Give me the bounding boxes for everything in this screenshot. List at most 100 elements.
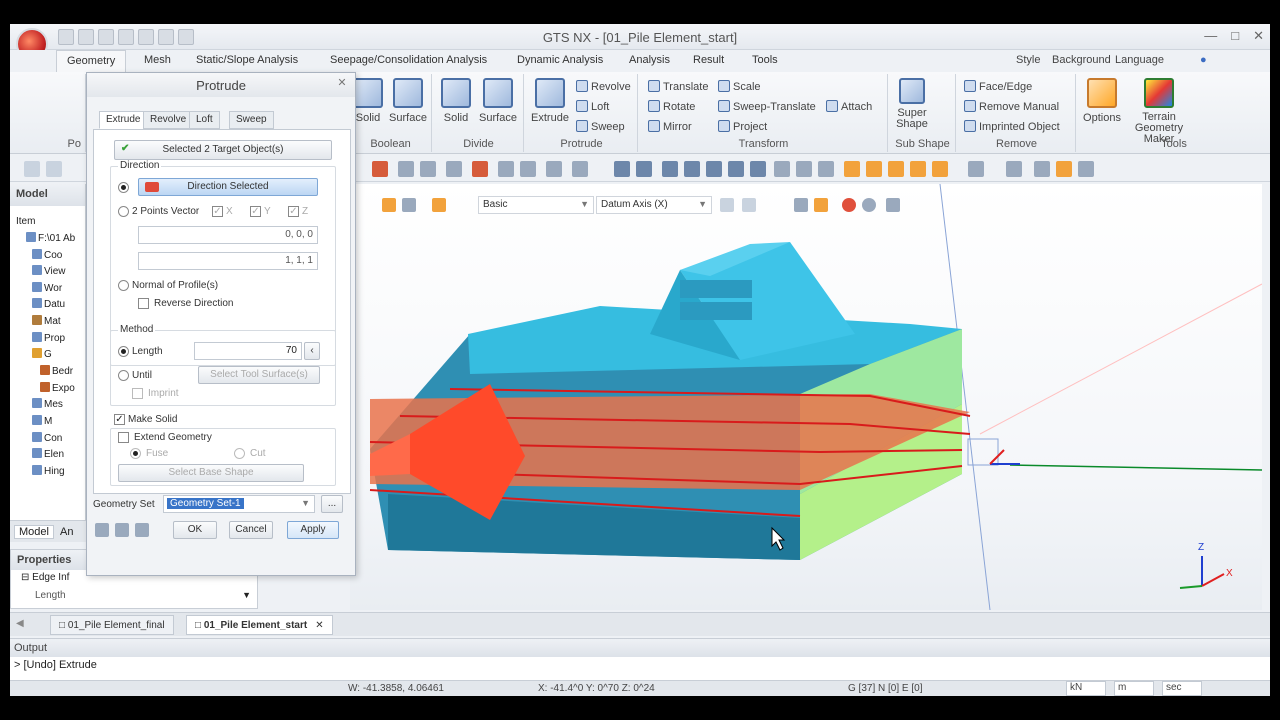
cancel-button[interactable]: Cancel (229, 521, 273, 539)
pick-icon[interactable] (398, 161, 414, 177)
unit-length-select[interactable]: m (1114, 681, 1154, 696)
target-objects-button[interactable]: ✔ Selected 2 Target Object(s) (114, 140, 332, 160)
extend-geometry-checkbox[interactable] (118, 432, 129, 443)
imprint-checkbox[interactable] (132, 388, 143, 399)
unit-force-select[interactable]: kN (1066, 681, 1106, 696)
measure-icon[interactable] (546, 161, 562, 177)
super-shape-button[interactable]: Super Shape (892, 78, 932, 130)
zoom-in-icon[interactable] (684, 161, 700, 177)
sweep-button[interactable]: Sweep (576, 120, 625, 133)
unit-time-select[interactable]: sec (1162, 681, 1202, 696)
tab-static-slope[interactable]: Static/Slope Analysis (196, 54, 298, 66)
tree-item-material[interactable]: Mat (32, 315, 61, 327)
y-checkbox[interactable]: ✓ (250, 206, 261, 217)
tree-item-view[interactable]: View (32, 265, 66, 277)
normal-profile-radio[interactable] (118, 280, 129, 291)
shade-icon[interactable] (1006, 161, 1022, 177)
terrain-geometry-maker-button[interactable]: Terrain Geometry Maker (1128, 78, 1190, 145)
query-icon[interactable] (472, 161, 488, 177)
language-menu[interactable]: Language (1115, 54, 1164, 66)
tab-tools[interactable]: Tools (752, 54, 778, 66)
divide-solid-button[interactable]: Solid (434, 78, 478, 124)
loft-button[interactable]: Loft (576, 100, 609, 113)
tree-item-root[interactable]: F:\01 Ab (26, 232, 75, 244)
boolean-surface-button[interactable]: Surface (386, 78, 430, 124)
grid-view-icon[interactable] (774, 161, 790, 177)
3d-viewport[interactable]: Basic ▼ Datum Axis (X) ▼ Z X (350, 184, 1262, 610)
until-radio[interactable] (118, 370, 129, 381)
zoom-window-icon[interactable] (662, 161, 678, 177)
length-radio[interactable] (118, 346, 129, 357)
view-back-icon[interactable] (866, 161, 882, 177)
tab-doc-final[interactable]: □ 01_Pile Element_final (50, 615, 174, 635)
geometry-set-select[interactable]: Geometry Set-1 ▼ (163, 495, 315, 513)
tree-item-geometry[interactable]: G (32, 348, 52, 360)
hidden-line-icon[interactable] (1078, 161, 1094, 177)
tree-item-bedrock[interactable]: Bedr (40, 365, 73, 377)
apply-button[interactable]: Apply (287, 521, 339, 539)
ruler-icon[interactable] (572, 161, 588, 177)
options-button[interactable]: Options (1080, 78, 1124, 124)
minimize-icon[interactable]: — (1204, 28, 1217, 44)
tree-item-export[interactable]: Expo (40, 382, 75, 394)
length-pick-button[interactable]: ‹ (304, 342, 320, 360)
select-base-shape-button[interactable]: Select Base Shape (118, 464, 304, 482)
move-icon[interactable] (750, 161, 766, 177)
style-menu[interactable]: Style (1016, 54, 1040, 66)
length-input[interactable]: 70 (194, 342, 302, 360)
scroll-left-icon[interactable]: ◀ (16, 618, 24, 629)
grid-icon[interactable] (46, 161, 62, 177)
tab-seepage[interactable]: Seepage/Consolidation Analysis (330, 54, 487, 66)
tab-doc-start[interactable]: □ 01_Pile Element_start ✕ (186, 615, 333, 635)
pan-icon[interactable] (728, 161, 744, 177)
two-points-radio[interactable] (118, 206, 129, 217)
zoom-fit-icon[interactable] (636, 161, 652, 177)
tab-mesh[interactable]: Mesh (144, 54, 171, 66)
x-checkbox[interactable]: ✓ (212, 206, 223, 217)
tree-item-work[interactable]: Wor (32, 282, 62, 294)
select-icon[interactable] (372, 161, 388, 177)
help-icon[interactable]: ● (1200, 54, 1207, 66)
filter-icon[interactable] (446, 161, 462, 177)
mirror-button[interactable]: Mirror (648, 120, 692, 133)
show-icon[interactable] (520, 161, 536, 177)
iso-view-icon[interactable] (968, 161, 984, 177)
select-tool-surfaces-button[interactable]: Select Tool Surface(s) (198, 366, 320, 384)
hide-icon[interactable] (498, 161, 514, 177)
view-left-icon[interactable] (888, 161, 904, 177)
extrude-button[interactable]: Extrude (528, 78, 572, 124)
close-icon[interactable]: ✕ (1253, 28, 1264, 44)
rotate-button[interactable]: Rotate (648, 100, 695, 113)
tab-dynamic[interactable]: Dynamic Analysis (517, 54, 603, 66)
point1-input[interactable]: 0, 0, 0 (138, 226, 318, 244)
tree-item-mesh[interactable]: Mes (32, 398, 63, 410)
cut-radio[interactable] (234, 448, 245, 459)
remove-manual-button[interactable]: Remove Manual (964, 100, 1059, 113)
wireframe-icon[interactable] (1034, 161, 1050, 177)
imprinted-object-button[interactable]: Imprinted Object (964, 120, 1060, 133)
reverse-direction-checkbox[interactable] (138, 298, 149, 309)
tab-model[interactable]: Model (14, 525, 54, 539)
tab-result[interactable]: Result (693, 54, 724, 66)
attach-button[interactable]: Attach (826, 100, 872, 113)
translate-button[interactable]: Translate (648, 80, 708, 93)
tab-loft[interactable]: Loft (189, 111, 220, 129)
tree-item-hinge[interactable]: Hing (32, 465, 65, 477)
view-top-icon[interactable] (932, 161, 948, 177)
zoom-icon[interactable] (614, 161, 630, 177)
view-right-icon[interactable] (910, 161, 926, 177)
close-icon[interactable]: ✕ (315, 620, 323, 631)
face-edge-button[interactable]: Face/Edge (964, 80, 1032, 93)
view-front-icon[interactable] (844, 161, 860, 177)
revolve-button[interactable]: Revolve (576, 80, 631, 93)
work-plane-icon[interactable] (818, 161, 834, 177)
sweep-translate-button[interactable]: Sweep-Translate (718, 100, 816, 113)
tree-item-constraint[interactable]: Con (32, 432, 62, 444)
ok-button[interactable]: OK (173, 521, 217, 539)
make-solid-checkbox[interactable]: ✓ (114, 414, 125, 425)
background-menu[interactable]: Background (1052, 54, 1111, 66)
shaded-edge-icon[interactable] (1056, 161, 1072, 177)
point2-input[interactable]: 1, 1, 1 (138, 252, 318, 270)
dialog-tool-icon-3[interactable] (135, 523, 149, 537)
tree-item-property[interactable]: Prop (32, 332, 65, 344)
